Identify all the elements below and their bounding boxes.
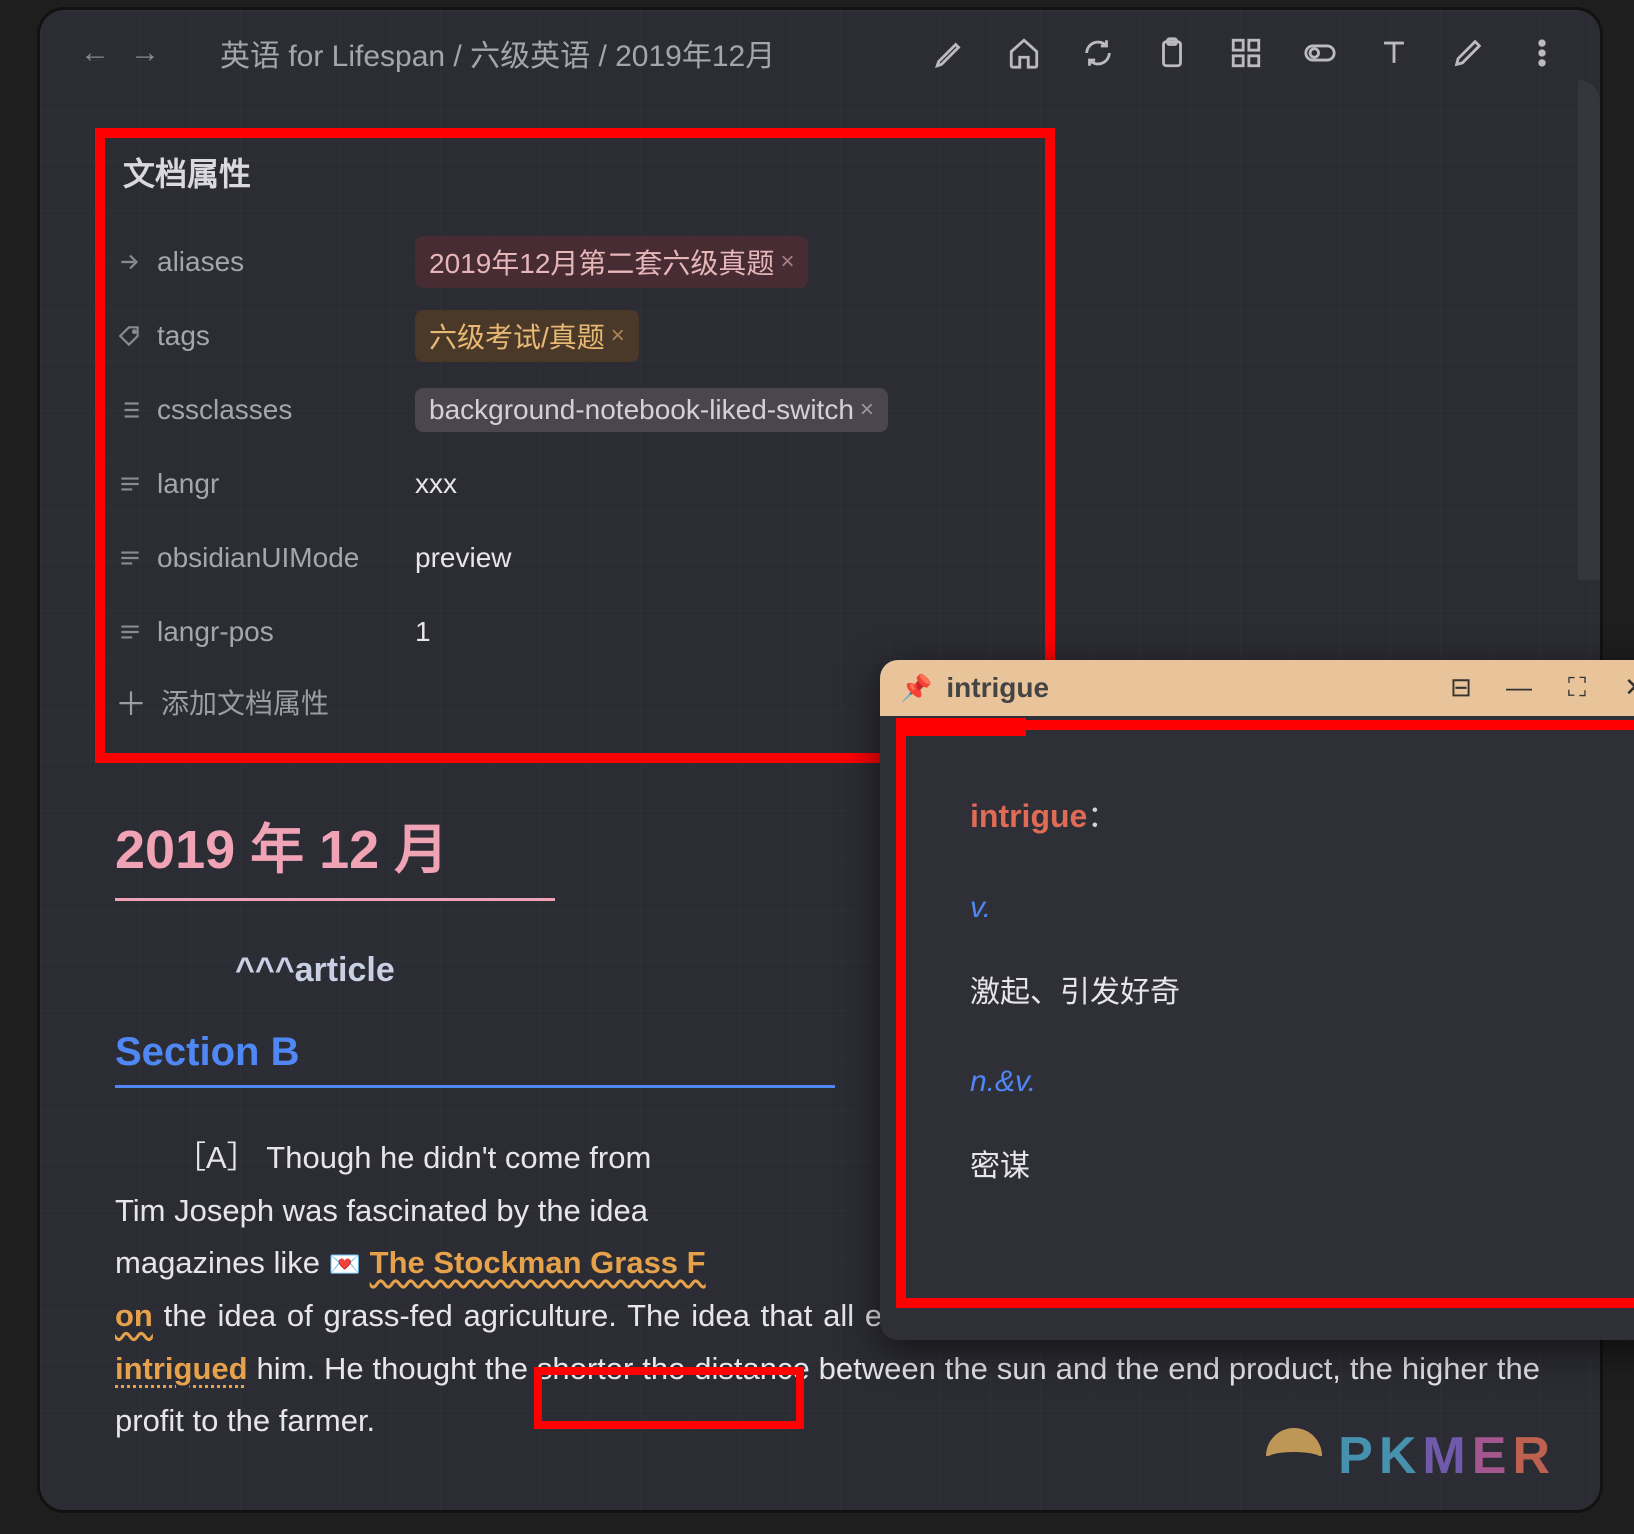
pill-remove-icon[interactable]: × <box>860 396 874 424</box>
property-key: tags <box>145 320 415 352</box>
breadcrumb[interactable]: 英语 for Lifespan / 六级英语 / 2019年12月 <box>220 31 932 75</box>
property-row-uimode[interactable]: obsidianUIMode preview <box>115 521 1540 595</box>
watermark-logo-icon <box>1266 1428 1322 1484</box>
highlight-box-popup <box>896 720 1634 1308</box>
text-lines-icon <box>115 471 145 497</box>
property-row-langr[interactable]: langr xxx <box>115 447 1540 521</box>
text-icon[interactable] <box>1376 35 1412 71</box>
property-value[interactable]: 1 <box>415 616 431 648</box>
pill-label: 六级考试/真题 <box>429 316 605 356</box>
property-key: langr <box>145 468 415 500</box>
add-property-label: 添加文档属性 <box>161 682 329 722</box>
property-key: cssclasses <box>145 394 415 426</box>
property-row-langrpos[interactable]: langr-pos 1 <box>115 595 1540 669</box>
cssclass-pill[interactable]: background-notebook-liked-switch× <box>415 388 888 432</box>
close-icon[interactable]: ✕ <box>1620 672 1634 704</box>
property-key: aliases <box>145 246 415 278</box>
pin-icon[interactable]: 📌 <box>900 673 932 704</box>
nav-back-icon[interactable]: ← <box>80 36 110 70</box>
note-emoji-icon: 💌 <box>329 1249 361 1279</box>
properties-title: 文档属性 <box>123 149 1540 195</box>
text-lines-icon <box>115 545 145 571</box>
property-value[interactable]: xxx <box>415 468 457 500</box>
nav-forward-icon[interactable]: → <box>130 36 160 70</box>
alias-icon <box>115 249 145 275</box>
minimize-icon[interactable]: — <box>1504 672 1534 704</box>
home-icon[interactable] <box>1006 35 1042 71</box>
link-intrigued[interactable]: intrigued <box>115 1351 248 1386</box>
more-icon[interactable] <box>1524 35 1560 71</box>
alias-pill[interactable]: 2019年12月第二套六级真题× <box>415 236 808 288</box>
pill-remove-icon[interactable]: × <box>611 322 625 350</box>
clipboard-icon[interactable] <box>1154 35 1190 71</box>
popup-title: intrigue <box>946 672 1446 704</box>
link-on[interactable]: on <box>115 1298 153 1333</box>
pen-icon[interactable] <box>932 35 968 71</box>
property-row-cssclasses[interactable]: cssclasses background-notebook-liked-swi… <box>115 373 1540 447</box>
plus-icon: ＋ <box>115 679 147 725</box>
tag-pill[interactable]: 六级考试/真题× <box>415 310 639 362</box>
maximize-icon[interactable]: ⛶ <box>1562 672 1592 704</box>
property-key: langr-pos <box>145 616 415 648</box>
property-value[interactable]: preview <box>415 542 511 574</box>
text: magazines like <box>115 1245 329 1280</box>
tag-icon <box>115 323 145 349</box>
link-stockman[interactable]: The Stockman Grass F <box>370 1245 706 1280</box>
property-row-tags[interactable]: tags 六级考试/真题× <box>115 299 1540 373</box>
property-row-aliases[interactable]: aliases 2019年12月第二套六级真题× <box>115 225 1540 299</box>
collapse-icon[interactable]: ⊟ <box>1446 672 1476 704</box>
watermark: PKMER <box>1266 1426 1556 1486</box>
dictionary-popup: 📌 intrigue ⊟ — ⛶ ✕ intrigue： v. 激起、引发好奇 … <box>880 660 1634 1340</box>
pill-label: 2019年12月第二套六级真题 <box>429 242 774 282</box>
text: Tim Joseph was fascinated by the idea <box>115 1193 648 1228</box>
heading-2: Section B <box>115 1030 835 1088</box>
toggle-icon[interactable] <box>1302 35 1338 71</box>
text: ［A］ Though he didn't come from <box>175 1140 651 1175</box>
edit-icon[interactable] <box>1450 35 1486 71</box>
pill-label: background-notebook-liked-switch <box>429 394 854 426</box>
popup-titlebar[interactable]: 📌 intrigue ⊟ — ⛶ ✕ <box>880 660 1634 716</box>
list-icon <box>115 397 145 423</box>
heading-1: 2019 年 12 月 <box>115 805 555 901</box>
pill-remove-icon[interactable]: × <box>780 248 794 276</box>
sync-icon[interactable] <box>1080 35 1116 71</box>
toolbar: ← → 英语 for Lifespan / 六级英语 / 2019年12月 <box>40 10 1600 95</box>
text-lines-icon <box>115 619 145 645</box>
property-key: obsidianUIMode <box>145 542 415 574</box>
grid-icon[interactable] <box>1228 35 1264 71</box>
app-window: ← → 英语 for Lifespan / 六级英语 / 2019年12月 文档… <box>40 10 1600 1510</box>
